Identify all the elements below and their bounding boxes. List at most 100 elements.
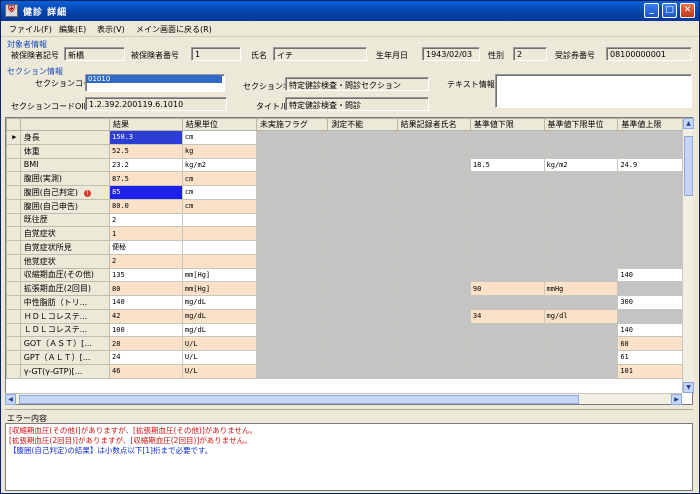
row-header-name[interactable]: GPT（ＡＬＴ）[... bbox=[19, 350, 111, 365]
cell-lower-unit[interactable]: mg/dl bbox=[543, 308, 619, 324]
cell-lower[interactable] bbox=[469, 212, 545, 228]
cell-not-done[interactable] bbox=[255, 350, 329, 365]
row-header-name[interactable]: GOT（ＡＳＴ）[... bbox=[19, 336, 111, 351]
cell-result[interactable]: 便秘 bbox=[109, 240, 183, 255]
cell-lower[interactable] bbox=[469, 171, 545, 186]
cell-unmeasurable[interactable] bbox=[327, 253, 398, 269]
cell-unmeasurable[interactable] bbox=[327, 226, 398, 241]
cell-unit[interactable]: kg/m2 bbox=[181, 157, 257, 173]
cell-recorder[interactable] bbox=[396, 281, 471, 296]
cell-unmeasurable[interactable] bbox=[327, 171, 398, 186]
row-header-name[interactable]: γ-GT(γ-GTP)[... bbox=[19, 363, 111, 379]
cell-result[interactable]: 52.5 bbox=[109, 143, 183, 159]
scroll-down-icon[interactable]: ▼ bbox=[683, 382, 694, 393]
cell-not-done[interactable] bbox=[255, 308, 329, 324]
cell-unmeasurable[interactable] bbox=[327, 295, 398, 310]
row-header-name[interactable]: 既往歴 bbox=[19, 212, 111, 228]
cell-unit[interactable]: mm[Hg] bbox=[181, 281, 257, 296]
cell-recorder[interactable] bbox=[396, 157, 471, 173]
row-indicator[interactable] bbox=[6, 336, 21, 351]
cell-lower[interactable] bbox=[469, 185, 545, 200]
cell-lower[interactable] bbox=[469, 267, 545, 283]
col-header-lower-unit[interactable]: 基準値下限単位 bbox=[543, 118, 619, 131]
cell-result[interactable]: 100 bbox=[109, 322, 183, 338]
col-header-not-done[interactable]: 未実施フラグ bbox=[255, 118, 329, 131]
cell-lower-unit[interactable] bbox=[543, 253, 619, 269]
cell-not-done[interactable] bbox=[255, 281, 329, 296]
row-header-name[interactable]: 腹囲(自己申告) bbox=[19, 198, 111, 214]
row-header-name[interactable]: 拡張期血圧(2回目) bbox=[19, 281, 111, 296]
cell-recorder[interactable] bbox=[396, 295, 471, 310]
cell-lower[interactable] bbox=[469, 350, 545, 365]
table-row[interactable]: 腹囲(自己申告) 80.0 cm bbox=[6, 198, 692, 214]
menu-file[interactable]: ファイル(F) bbox=[9, 24, 52, 35]
cell-recorder[interactable] bbox=[396, 198, 471, 214]
table-row[interactable]: 腹囲(実測) 87.5 cm bbox=[6, 171, 692, 186]
table-row[interactable]: 既往歴 2 bbox=[6, 212, 692, 228]
cell-unit[interactable]: mg/dL bbox=[181, 322, 257, 338]
minimize-icon[interactable]: _ bbox=[644, 3, 659, 18]
cell-lower[interactable] bbox=[469, 336, 545, 351]
cell-unit[interactable]: cm bbox=[181, 171, 257, 186]
cell-not-done[interactable] bbox=[255, 226, 329, 241]
cell-result[interactable]: 80 bbox=[109, 281, 183, 296]
cell-lower[interactable] bbox=[469, 363, 545, 379]
col-header-lower[interactable]: 基準値下限 bbox=[469, 118, 545, 131]
title-bar[interactable]: ⛨ 健診 詳細 _ □ ✕ bbox=[1, 1, 699, 21]
cell-lower[interactable] bbox=[469, 253, 545, 269]
cell-unmeasurable[interactable] bbox=[327, 130, 398, 145]
cell-lower-unit[interactable] bbox=[543, 143, 619, 159]
table-row[interactable]: ＨＤＬコレステ... 42 mg/dL 34 mg/dl bbox=[6, 308, 692, 324]
cell-result[interactable]: 80.0 bbox=[109, 198, 183, 214]
row-header-name[interactable]: 収縮期血圧(その他) bbox=[19, 267, 111, 283]
row-indicator[interactable] bbox=[6, 185, 21, 200]
cell-unmeasurable[interactable] bbox=[327, 267, 398, 283]
cell-lower-unit[interactable] bbox=[543, 212, 619, 228]
col-header-unit[interactable]: 結果単位 bbox=[181, 118, 257, 131]
row-indicator[interactable] bbox=[6, 295, 21, 310]
cell-not-done[interactable] bbox=[255, 198, 329, 214]
scroll-up-icon[interactable]: ▲ bbox=[683, 118, 694, 129]
cell-lower-unit[interactable] bbox=[543, 322, 619, 338]
cell-upper[interactable]: 140 bbox=[617, 267, 692, 283]
maximize-icon[interactable]: □ bbox=[662, 3, 677, 18]
cell-unit[interactable]: mm[Hg] bbox=[181, 267, 257, 283]
table-row[interactable]: γ-GT(γ-GTP)[... 46 U/L 101 bbox=[6, 363, 692, 379]
cell-result[interactable]: 42 bbox=[109, 308, 183, 324]
row-header-name[interactable]: 体重 bbox=[19, 143, 111, 159]
row-indicator[interactable] bbox=[6, 308, 21, 324]
cell-result[interactable]: 2 bbox=[109, 212, 183, 228]
cell-recorder[interactable] bbox=[396, 226, 471, 241]
cell-not-done[interactable] bbox=[255, 130, 329, 145]
row-indicator[interactable] bbox=[6, 281, 21, 296]
table-row[interactable]: 体重 52.5 kg bbox=[6, 143, 692, 159]
cell-unit[interactable]: mg/dL bbox=[181, 295, 257, 310]
cell-lower-unit[interactable] bbox=[543, 363, 619, 379]
cell-unmeasurable[interactable] bbox=[327, 212, 398, 228]
cell-lower-unit[interactable] bbox=[543, 130, 619, 145]
cell-upper[interactable] bbox=[617, 212, 692, 228]
cell-lower[interactable] bbox=[469, 198, 545, 214]
cell-lower[interactable] bbox=[469, 130, 545, 145]
cell-unit[interactable]: cm bbox=[181, 198, 257, 214]
cell-unit[interactable]: cm bbox=[181, 130, 257, 145]
cell-lower-unit[interactable] bbox=[543, 198, 619, 214]
row-header-name[interactable]: BMI bbox=[19, 157, 111, 173]
cell-upper[interactable] bbox=[617, 171, 692, 186]
row-indicator[interactable] bbox=[6, 350, 21, 365]
cell-upper[interactable] bbox=[617, 143, 692, 159]
cell-not-done[interactable] bbox=[255, 143, 329, 159]
cell-lower-unit[interactable] bbox=[543, 295, 619, 310]
cell-recorder[interactable] bbox=[396, 240, 471, 255]
cell-result[interactable]: 24 bbox=[109, 350, 183, 365]
row-header-name[interactable]: 自覚症状 bbox=[19, 226, 111, 241]
table-row[interactable]: 自覚症状所見 便秘 bbox=[6, 240, 692, 255]
table-row[interactable]: ＬＤＬコレステ... 100 mg/dL 140 bbox=[6, 322, 692, 338]
cell-lower[interactable] bbox=[469, 295, 545, 310]
cell-unit[interactable]: U/L bbox=[181, 336, 257, 351]
row-header-name[interactable]: 中性脂肪（トリ... bbox=[19, 295, 111, 310]
row-indicator[interactable] bbox=[6, 212, 21, 228]
table-row[interactable]: 収縮期血圧(その他) 135 mm[Hg] 140 bbox=[6, 267, 692, 283]
cell-unit[interactable] bbox=[181, 253, 257, 269]
cell-upper[interactable] bbox=[617, 281, 692, 296]
